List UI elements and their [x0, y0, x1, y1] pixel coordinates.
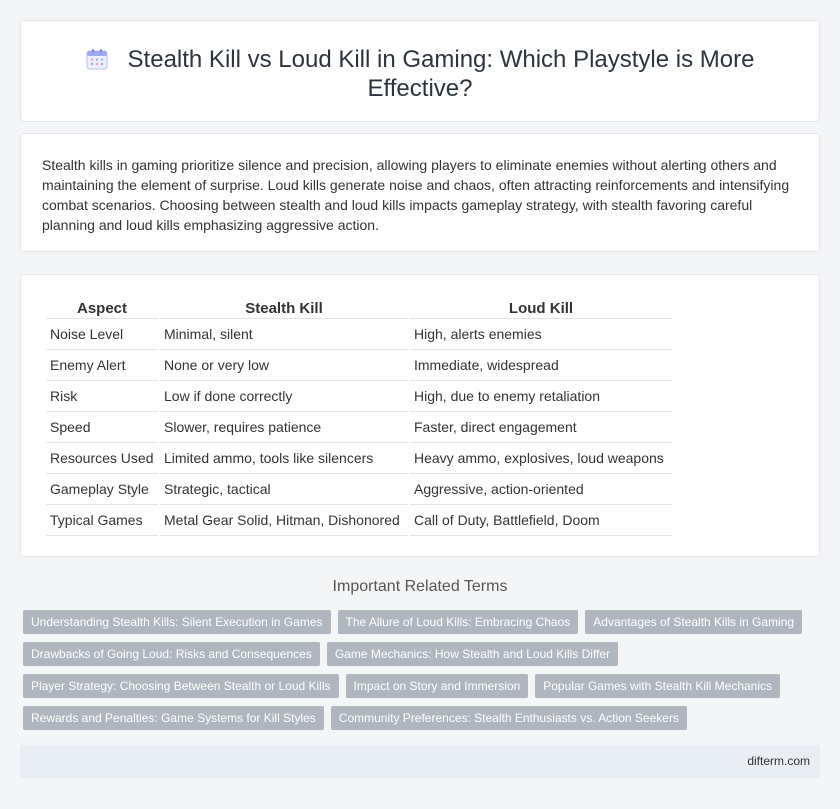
cell-stealth: None or very low	[160, 350, 408, 381]
cell-stealth: Limited ammo, tools like silencers	[160, 443, 408, 474]
cell-aspect: Risk	[46, 381, 158, 412]
cell-aspect: Enemy Alert	[46, 350, 158, 381]
table-row: Speed Slower, requires patience Faster, …	[46, 412, 672, 443]
cell-stealth: Slower, requires patience	[160, 412, 408, 443]
comparison-card: Aspect Stealth Kill Loud Kill Noise Leve…	[20, 274, 820, 557]
related-term-tag[interactable]: Popular Games with Stealth Kill Mechanic…	[535, 674, 781, 698]
related-term-tag[interactable]: Rewards and Penalties: Game Systems for …	[23, 706, 324, 730]
comparison-table: Aspect Stealth Kill Loud Kill Noise Leve…	[44, 295, 674, 536]
page-title-text: Stealth Kill vs Loud Kill in Gaming: Whi…	[127, 46, 755, 102]
related-term-tag[interactable]: Drawbacks of Going Loud: Risks and Conse…	[23, 642, 320, 666]
table-row: Gameplay Style Strategic, tactical Aggre…	[46, 474, 672, 505]
related-term-tag[interactable]: Community Preferences: Stealth Enthusias…	[330, 706, 687, 730]
table-row: Risk Low if done correctly High, due to …	[46, 381, 672, 412]
page-title: Stealth Kill vs Loud Kill in Gaming: Whi…	[81, 45, 759, 103]
cell-loud: High, due to enemy retaliation	[410, 381, 672, 412]
intro-text: Stealth kills in gaming prioritize silen…	[42, 157, 790, 233]
footer-site-link[interactable]: difterm.com	[747, 754, 810, 768]
related-terms-list: Understanding Stealth Kills: Silent Exec…	[23, 610, 823, 738]
header-loud-kill: Loud Kill	[410, 295, 672, 319]
cell-aspect: Noise Level	[46, 319, 158, 350]
header-stealth-kill: Stealth Kill	[160, 295, 408, 319]
header-aspect: Aspect	[46, 295, 158, 319]
cell-loud: Call of Duty, Battlefield, Doom	[410, 505, 672, 536]
related-term-tag[interactable]: Impact on Story and Immersion	[345, 674, 529, 698]
calendar-icon	[86, 49, 108, 70]
cell-stealth: Low if done correctly	[160, 381, 408, 412]
cell-loud: Immediate, widespread	[410, 350, 672, 381]
related-term-tag[interactable]: Understanding Stealth Kills: Silent Exec…	[23, 610, 331, 634]
cell-aspect: Speed	[46, 412, 158, 443]
table-row: Resources Used Limited ammo, tools like …	[46, 443, 672, 474]
footer: difterm.com	[20, 745, 820, 778]
cell-loud: High, alerts enemies	[410, 319, 672, 350]
table-row: Enemy Alert None or very low Immediate, …	[46, 350, 672, 381]
related-term-tag[interactable]: Advantages of Stealth Kills in Gaming	[585, 610, 803, 634]
cell-aspect: Resources Used	[46, 443, 158, 474]
title-card: Stealth Kill vs Loud Kill in Gaming: Whi…	[20, 20, 820, 122]
cell-loud: Faster, direct engagement	[410, 412, 672, 443]
cell-stealth: Strategic, tactical	[160, 474, 408, 505]
cell-stealth: Minimal, silent	[160, 319, 408, 350]
cell-loud: Heavy ammo, explosives, loud weapons	[410, 443, 672, 474]
table-row: Noise Level Minimal, silent High, alerts…	[46, 319, 672, 350]
related-term-tag[interactable]: Game Mechanics: How Stealth and Loud Kil…	[326, 642, 619, 666]
table-header-row: Aspect Stealth Kill Loud Kill	[46, 295, 672, 319]
cell-stealth: Metal Gear Solid, Hitman, Dishonored	[160, 505, 408, 536]
intro-card: Stealth kills in gaming prioritize silen…	[20, 133, 820, 252]
table-row: Typical Games Metal Gear Solid, Hitman, …	[46, 505, 672, 536]
related-term-tag[interactable]: Player Strategy: Choosing Between Stealt…	[23, 674, 339, 698]
cell-aspect: Typical Games	[46, 505, 158, 536]
cell-loud: Aggressive, action-oriented	[410, 474, 672, 505]
related-term-tag[interactable]: The Allure of Loud Kills: Embracing Chao…	[337, 610, 579, 634]
related-terms-heading: Important Related Terms	[332, 578, 508, 595]
cell-aspect: Gameplay Style	[46, 474, 158, 505]
